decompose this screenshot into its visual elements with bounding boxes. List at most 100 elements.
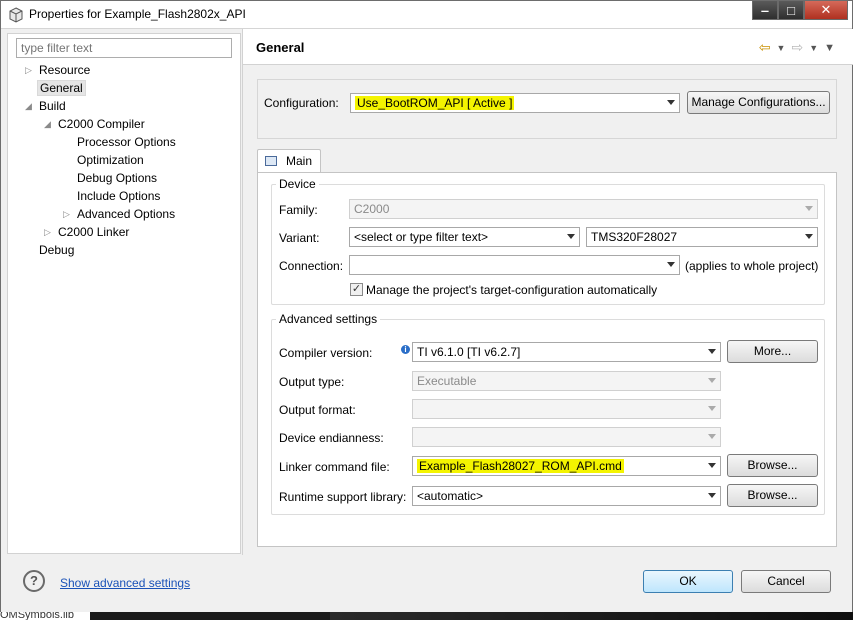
tree-item-c2000-compiler[interactable]: ◢ C2000 Compiler bbox=[44, 115, 145, 133]
page-title: General bbox=[256, 40, 305, 55]
advanced-settings-group: Advanced settings Compiler version: i TI… bbox=[271, 312, 825, 515]
maximize-icon: □ bbox=[787, 2, 795, 18]
close-button[interactable]: ✕ bbox=[804, 1, 848, 20]
dropdown-arrow-icon bbox=[708, 349, 716, 354]
info-icon[interactable]: i bbox=[401, 345, 410, 354]
tree-filter-input[interactable] bbox=[16, 38, 232, 58]
tree-item-c2000-linker[interactable]: ▷ C2000 Linker bbox=[44, 223, 129, 241]
tree-item-processor-options[interactable]: Processor Options bbox=[77, 133, 176, 151]
tree-item-label: Build bbox=[39, 99, 66, 113]
forward-arrow-icon[interactable]: ⇨ bbox=[791, 39, 803, 56]
linker-browse-button[interactable]: Browse... bbox=[727, 454, 818, 477]
compiler-version-value: TI v6.1.0 [TI v6.2.7] bbox=[417, 345, 521, 359]
collapse-icon[interactable]: ◢ bbox=[44, 115, 54, 133]
output-type-select: Executable bbox=[412, 371, 721, 391]
minimize-icon: ‒ bbox=[761, 2, 769, 18]
more-button[interactable]: More... bbox=[727, 340, 818, 363]
cancel-button[interactable]: Cancel bbox=[741, 570, 831, 593]
family-value: C2000 bbox=[354, 202, 390, 216]
expand-icon[interactable]: ▷ bbox=[25, 61, 35, 79]
family-select: C2000 bbox=[349, 199, 818, 219]
tree-item-label: Processor Options bbox=[77, 135, 176, 149]
app-icon bbox=[9, 7, 23, 23]
tree-item-debug-options[interactable]: Debug Options bbox=[77, 169, 157, 187]
tab-main[interactable]: Main bbox=[257, 149, 321, 173]
output-format-label: Output format: bbox=[279, 403, 356, 417]
linker-command-file-label: Linker command file: bbox=[279, 460, 390, 474]
configuration-section: Configuration: Use_BootROM_API [ Active … bbox=[257, 79, 837, 139]
configuration-select[interactable]: Use_BootROM_API [ Active ] bbox=[350, 93, 680, 113]
connection-label: Connection: bbox=[279, 259, 344, 273]
device-group-title: Device bbox=[276, 177, 319, 191]
back-arrow-icon[interactable]: ⇦ bbox=[759, 39, 771, 56]
window-title: Properties for Example_Flash2802x_API bbox=[29, 7, 246, 21]
compiler-version-select[interactable]: TI v6.1.0 [TI v6.2.7] bbox=[412, 342, 721, 362]
configuration-label: Configuration: bbox=[264, 96, 339, 110]
tree-item-label: Debug Options bbox=[77, 171, 158, 185]
properties-page-panel: General ⇦ ▼ ⇨ ▼ ▼ Configuration: Use_Boo… bbox=[242, 29, 853, 555]
title-bar[interactable]: Properties for Example_Flash2802x_API ‒ … bbox=[1, 1, 852, 29]
window-controls: ‒ □ ✕ bbox=[752, 1, 848, 21]
configuration-value: Use_BootROM_API [ Active ] bbox=[355, 96, 515, 110]
tree-item-build[interactable]: ◢ Build bbox=[25, 97, 66, 115]
forward-history-dropdown-icon[interactable]: ▼ bbox=[809, 43, 818, 53]
family-label: Family: bbox=[279, 203, 318, 217]
tree-item-advanced-options[interactable]: ▷ Advanced Options bbox=[63, 205, 175, 223]
tree-item-resource[interactable]: ▷ Resource bbox=[25, 61, 90, 79]
output-format-select bbox=[412, 399, 721, 419]
tree-item-include-options[interactable]: Include Options bbox=[77, 187, 160, 205]
dialog-button-bar: ? Show advanced settings OK Cancel bbox=[1, 556, 852, 612]
tree-item-general[interactable]: General bbox=[37, 79, 86, 97]
connection-select[interactable] bbox=[349, 255, 680, 275]
tree-item-debug[interactable]: Debug bbox=[39, 241, 74, 259]
collapse-icon[interactable]: ◢ bbox=[25, 97, 35, 115]
properties-dialog: Properties for Example_Flash2802x_API ‒ … bbox=[0, 0, 853, 612]
tree-item-label: C2000 Compiler bbox=[58, 117, 145, 131]
manage-target-config-checkbox[interactable]: ✓ bbox=[350, 283, 363, 296]
back-history-dropdown-icon[interactable]: ▼ bbox=[777, 43, 786, 53]
close-icon: ✕ bbox=[820, 2, 832, 17]
properties-tree-panel: ▷ Resource General ◢ Build ◢ C2000 Compi… bbox=[7, 33, 241, 554]
expand-icon[interactable]: ▷ bbox=[44, 223, 54, 241]
dropdown-arrow-icon bbox=[708, 463, 716, 468]
tree-item-label: Optimization bbox=[77, 153, 144, 167]
dropdown-arrow-icon bbox=[805, 234, 813, 239]
minimize-button[interactable]: ‒ bbox=[752, 1, 778, 20]
tab-page-icon bbox=[265, 156, 277, 166]
ok-button[interactable]: OK bbox=[643, 570, 733, 593]
expand-icon[interactable]: ▷ bbox=[63, 205, 73, 223]
tree-item-label: Resource bbox=[39, 63, 91, 77]
runtime-browse-button[interactable]: Browse... bbox=[727, 484, 818, 507]
background-window-text: OMSymbols.lib bbox=[0, 611, 90, 620]
runtime-support-library-select[interactable]: <automatic> bbox=[412, 486, 721, 506]
view-menu-icon[interactable]: ▼ bbox=[824, 42, 835, 54]
checkmark-icon: ✓ bbox=[351, 283, 362, 295]
dropdown-arrow-icon bbox=[708, 378, 716, 383]
variant-select[interactable]: TMS320F28027 bbox=[586, 227, 818, 247]
device-endianness-label: Device endianness: bbox=[279, 431, 384, 445]
device-endianness-select bbox=[412, 427, 721, 447]
variant-label: Variant: bbox=[279, 231, 320, 245]
dropdown-arrow-icon bbox=[667, 262, 675, 267]
main-tab-content: Device Family: C2000 Variant: <select or… bbox=[257, 172, 837, 547]
help-icon[interactable]: ? bbox=[23, 570, 45, 592]
tree-item-label: Advanced Options bbox=[77, 207, 176, 221]
compiler-version-label: Compiler version: bbox=[279, 346, 373, 360]
tree-item-label: General bbox=[37, 80, 86, 96]
tree-item-label: Debug bbox=[39, 243, 75, 257]
tab-main-label: Main bbox=[286, 154, 313, 168]
linker-command-file-value: Example_Flash28027_ROM_API.cmd bbox=[417, 459, 624, 473]
dropdown-arrow-icon bbox=[805, 206, 813, 211]
tree-item-optimization[interactable]: Optimization bbox=[77, 151, 144, 169]
linker-command-file-select[interactable]: Example_Flash28027_ROM_API.cmd bbox=[412, 456, 721, 476]
maximize-button[interactable]: □ bbox=[778, 1, 804, 20]
dropdown-arrow-icon bbox=[667, 100, 675, 105]
dropdown-arrow-icon bbox=[708, 434, 716, 439]
variant-filter-select[interactable]: <select or type filter text> bbox=[349, 227, 580, 247]
show-advanced-settings-link[interactable]: Show advanced settings bbox=[60, 576, 190, 590]
runtime-support-library-label: Runtime support library: bbox=[279, 490, 407, 504]
manage-configurations-button[interactable]: Manage Configurations... bbox=[687, 91, 830, 114]
output-type-label: Output type: bbox=[279, 375, 345, 389]
output-type-value: Executable bbox=[417, 374, 477, 388]
variant-filter-value: <select or type filter text> bbox=[354, 230, 489, 244]
